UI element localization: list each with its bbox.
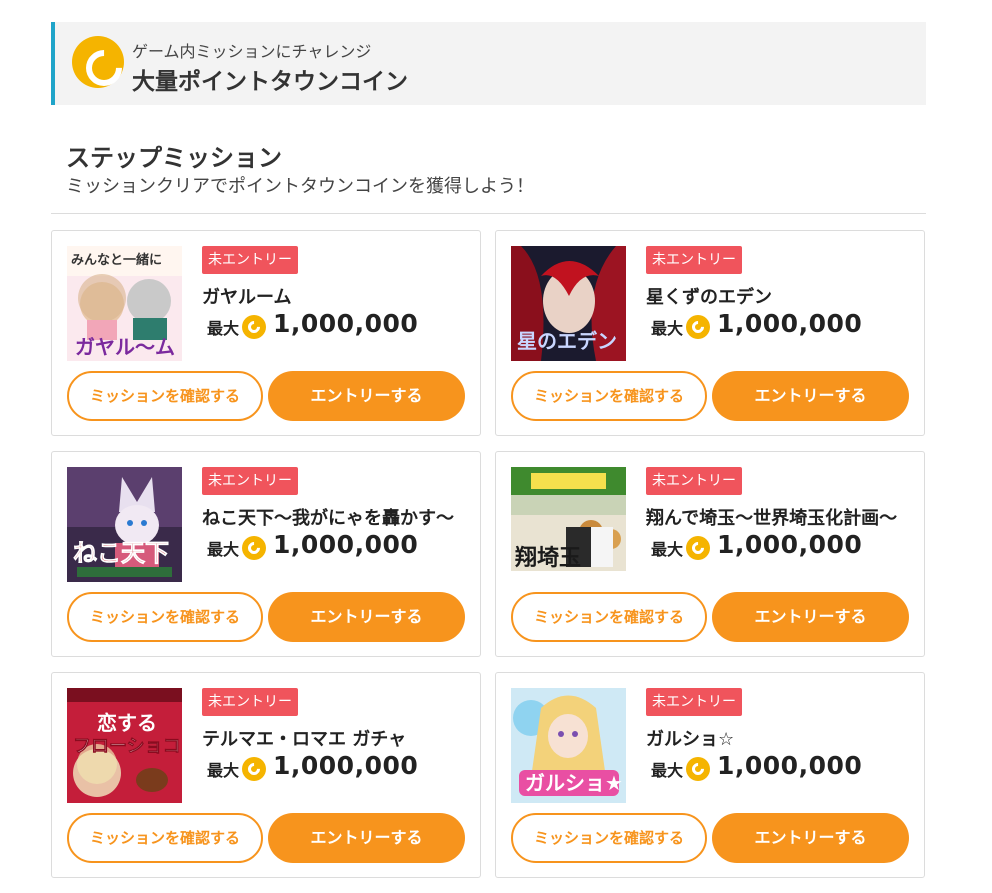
game-thumbnail[interactable]: ねこ天下 [67, 467, 182, 582]
mission-card: ねこ天下 未エントリー ねこ天下～我がにゃを轟かす～ 最大 1,000,000 … [51, 451, 481, 657]
mission-card: ガヤル～ム みんなと一緒に 未エントリー ガヤルーム 最大 1,000,000 … [51, 230, 481, 436]
view-mission-button[interactable]: ミッションを確認する [511, 813, 707, 863]
max-label: 最大 [651, 761, 684, 780]
coin-icon [242, 536, 266, 560]
entry-status-badge: 未エントリー [646, 246, 742, 274]
entry-button[interactable]: エントリーする [268, 592, 465, 642]
mission-card: 翔埼玉 未エントリー 翔んで埼玉～世界埼玉化計画～ 最大 1,000,000 ミ… [495, 451, 925, 657]
max-label: 最大 [207, 319, 240, 338]
max-label: 最大 [651, 540, 684, 559]
game-title: ガヤルーム [202, 287, 292, 308]
max-label: 最大 [207, 761, 240, 780]
max-label: 最大 [651, 319, 684, 338]
max-coin-value: 1,000,000 [273, 309, 419, 338]
entry-status-badge: 未エントリー [646, 688, 742, 716]
divider [51, 213, 926, 214]
coin-icon [72, 36, 124, 88]
header-title: 大量ポイントタウンコイン [132, 69, 408, 95]
entry-button[interactable]: エントリーする [712, 371, 909, 421]
svg-text:ガヤル～ム: ガヤル～ム [75, 335, 175, 359]
game-title: 翔んで埼玉～世界埼玉化計画～ [646, 508, 898, 529]
game-thumbnail[interactable]: 恋する フローショコラ [67, 688, 182, 803]
entry-status-badge: 未エントリー [202, 688, 298, 716]
game-thumbnail[interactable]: 翔埼玉 [511, 467, 626, 582]
entry-status-badge: 未エントリー [202, 467, 298, 495]
mission-card: 恋する フローショコラ 未エントリー テルマエ・ロマエ ガチャ 最大 1,000… [51, 672, 481, 878]
mission-card: ガルショ★ 未エントリー ガルショ☆ 最大 1,000,000 ミッションを確認… [495, 672, 925, 878]
entry-button[interactable]: エントリーする [712, 592, 909, 642]
entry-button[interactable]: エントリーする [268, 371, 465, 421]
entry-button[interactable]: エントリーする [268, 813, 465, 863]
svg-text:翔埼玉: 翔埼玉 [514, 545, 581, 571]
game-title: テルマエ・ロマエ ガチャ [202, 729, 407, 750]
coin-icon [686, 536, 710, 560]
header-subtitle: ゲーム内ミッションにチャレンジ [132, 42, 372, 61]
max-label: 最大 [207, 540, 240, 559]
svg-text:ねこ天下: ねこ天下 [73, 538, 169, 567]
game-title: ガルショ☆ [646, 729, 735, 750]
max-coin-value: 1,000,000 [273, 530, 419, 559]
coin-icon [242, 757, 266, 781]
view-mission-button[interactable]: ミッションを確認する [67, 813, 263, 863]
mission-card: 星のエデン 未エントリー 星くずのエデン 最大 1,000,000 ミッションを… [495, 230, 925, 436]
game-thumbnail[interactable]: ガヤル～ム みんなと一緒に [67, 246, 182, 361]
svg-text:フローショコラ: フローショコラ [73, 736, 182, 757]
svg-text:星のエデン: 星のエデン [517, 329, 617, 353]
coin-icon [686, 757, 710, 781]
svg-text:みんなと一緒に: みんなと一緒に [71, 252, 162, 268]
entry-status-badge: 未エントリー [646, 467, 742, 495]
game-thumbnail[interactable]: ガルショ★ [511, 688, 626, 803]
max-coin-value: 1,000,000 [273, 751, 419, 780]
game-title: 星くずのエデン [646, 287, 772, 308]
view-mission-button[interactable]: ミッションを確認する [67, 592, 263, 642]
coin-icon [686, 315, 710, 339]
coin-icon [242, 315, 266, 339]
section-subtitle: ミッションクリアでポイントタウンコインを獲得しよう！ [66, 176, 534, 197]
game-title: ねこ天下～我がにゃを轟かす～ [202, 508, 454, 529]
entry-status-badge: 未エントリー [202, 246, 298, 274]
max-coin-value: 1,000,000 [717, 751, 863, 780]
svg-text:恋する: 恋する [97, 711, 157, 735]
max-coin-value: 1,000,000 [717, 530, 863, 559]
section-title: ステップミッション [66, 144, 282, 172]
view-mission-button[interactable]: ミッションを確認する [511, 592, 707, 642]
max-coin-value: 1,000,000 [717, 309, 863, 338]
svg-text:ガルショ★: ガルショ★ [525, 771, 623, 795]
view-mission-button[interactable]: ミッションを確認する [67, 371, 263, 421]
entry-button[interactable]: エントリーする [712, 813, 909, 863]
game-thumbnail[interactable]: 星のエデン [511, 246, 626, 361]
view-mission-button[interactable]: ミッションを確認する [511, 371, 707, 421]
mission-header: ゲーム内ミッションにチャレンジ 大量ポイントタウンコイン [51, 22, 926, 105]
